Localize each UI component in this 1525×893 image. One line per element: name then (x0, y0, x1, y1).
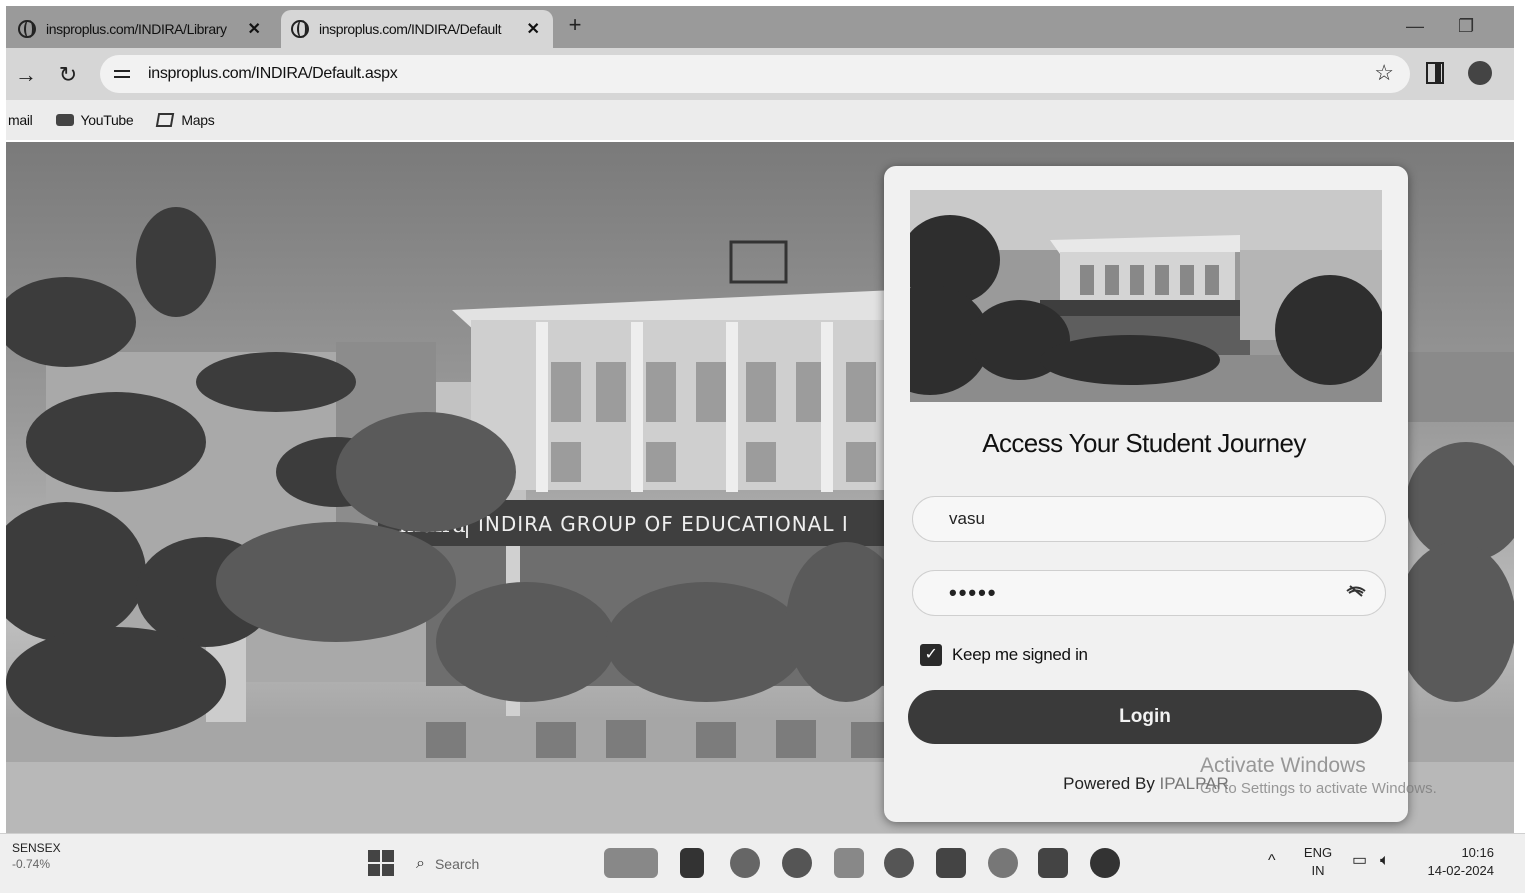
firefox-app-icon[interactable] (988, 848, 1018, 878)
tab-library[interactable]: insproplus.com/INDIRA/Library ✕ (8, 10, 274, 48)
file-explorer-icon[interactable] (834, 848, 864, 878)
clock-date: 14-02-2024 (1427, 863, 1495, 878)
bookmark-label: YouTube (80, 112, 134, 128)
address-bar[interactable]: insproplus.com/INDIRA/Default.aspx ☆ (100, 55, 1410, 93)
profile-icon[interactable] (1468, 61, 1492, 85)
language-indicator[interactable]: ENG IN (1300, 844, 1336, 880)
username-input[interactable] (912, 496, 1386, 542)
chat-app-icon[interactable] (730, 848, 760, 878)
remember-me[interactable]: ✓ Keep me signed in (920, 644, 1088, 666)
region-code: IN (1311, 863, 1325, 878)
chevron-up-icon[interactable]: ^ (1268, 852, 1276, 870)
taskbar: SENSEX -0.74% ⌕ Search ^ ENG IN ▭ 🔈︎ 10:… (0, 833, 1525, 893)
chrome-app-icon[interactable] (1090, 848, 1120, 878)
login-button[interactable]: Login (908, 690, 1382, 744)
globe-icon (291, 20, 309, 38)
site-settings-icon[interactable] (112, 65, 134, 83)
tab-default[interactable]: insproplus.com/INDIRA/Default ✕ (281, 10, 553, 48)
remember-checkbox[interactable]: ✓ (920, 644, 942, 666)
maps-icon (156, 113, 175, 127)
bookmark-maps[interactable]: Maps (156, 112, 215, 128)
forward-icon[interactable]: → (14, 62, 38, 88)
reload-icon[interactable]: ↻ (56, 62, 80, 88)
bookmark-mail[interactable]: mail (8, 112, 33, 128)
banner-text: INDIRA GROUP OF EDUCATIONAL I (478, 512, 849, 536)
search-placeholder: Search (434, 856, 480, 872)
bookmark-youtube[interactable]: YouTube (56, 112, 134, 128)
login-title: Access Your Student Journey (982, 428, 1306, 458)
ticker-name: SENSEX (12, 841, 61, 855)
clock[interactable]: 10:16 14-02-2024 (1414, 844, 1495, 880)
password-input[interactable]: ••••• (912, 570, 1386, 616)
new-tab-button[interactable]: + (562, 12, 588, 38)
tab-title: insproplus.com/INDIRA/Default (319, 21, 502, 37)
activate-windows-watermark: Activate Windows Go to Settings to activ… (1200, 754, 1437, 797)
clock-time: 10:16 (1461, 845, 1494, 860)
bookmarks-bar: mail YouTube Maps (6, 100, 1514, 140)
watermark-line2: Go to Settings to activate Windows. (1200, 780, 1437, 797)
url-text: insproplus.com/INDIRA/Default.aspx (148, 65, 398, 82)
bookmark-label: Maps (181, 112, 215, 128)
youtube-icon (56, 114, 75, 126)
star-icon[interactable]: ☆ (1374, 60, 1394, 86)
watermark-line1: Activate Windows (1200, 754, 1366, 777)
close-icon[interactable]: ✕ (523, 19, 543, 39)
browser-toolbar: → ↻ insproplus.com/INDIRA/Default.aspx ☆ (6, 48, 1514, 100)
excel-app-icon[interactable] (1038, 848, 1068, 878)
close-icon[interactable]: ✕ (244, 19, 264, 39)
globe-icon (18, 20, 36, 38)
search-icon: ⌕ (416, 855, 425, 872)
eye-off-icon[interactable] (1346, 584, 1366, 598)
side-panel-icon[interactable] (1426, 62, 1444, 84)
bookmark-label: mail (8, 112, 33, 128)
powered-prefix: Powered By (1063, 774, 1160, 793)
market-widget[interactable]: SENSEX -0.74% (12, 840, 61, 872)
store-app-icon[interactable] (936, 848, 966, 878)
taskview-icon[interactable] (680, 848, 704, 878)
tab-title: insproplus.com/INDIRA/Library (46, 21, 227, 37)
edge-browser-icon[interactable] (884, 848, 914, 878)
remember-label: Keep me signed in (952, 645, 1088, 664)
language-code: ENG (1303, 845, 1333, 860)
tab-strip: insproplus.com/INDIRA/Library ✕ inspropl… (6, 6, 1514, 48)
network-icon[interactable]: ▭ (1352, 852, 1367, 870)
ticker-change: -0.74% (12, 857, 51, 871)
copilot-app-icon[interactable] (782, 848, 812, 878)
minimize-icon[interactable]: — (1406, 16, 1424, 37)
windows-start-icon[interactable] (368, 850, 394, 876)
taskbar-search[interactable]: ⌕ Search (416, 850, 586, 878)
login-card: Access Your Student Journey ••••• ✓ Keep… (884, 166, 1408, 822)
restore-icon[interactable]: ❐ (1458, 16, 1474, 37)
volume-icon[interactable]: 🔈︎ (1380, 852, 1390, 870)
widgets-app-icon[interactable] (604, 848, 658, 878)
campus-thumbnail (910, 190, 1382, 402)
